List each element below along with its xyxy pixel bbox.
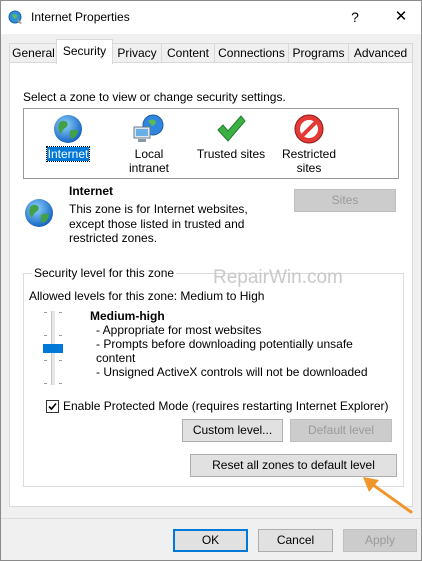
tab-security[interactable]: Security: [56, 39, 113, 64]
tab-general[interactable]: General: [9, 43, 58, 63]
level-description-line: content: [96, 351, 136, 365]
globe-icon: [54, 115, 82, 143]
internet-properties-dialog: Internet Properties ? ✕ General Security…: [0, 0, 422, 561]
slider-tick: [59, 335, 62, 336]
zone-info-line: except those listed in trusted and: [69, 216, 245, 231]
slider-tick: [44, 335, 47, 336]
zone-restricted-sites[interactable]: Restricted sites: [274, 109, 344, 178]
zone-info-title: Internet: [69, 184, 114, 198]
zone-info-line: restricted zones.: [69, 231, 158, 245]
zone-info-description: This zone is for Internet websites, exce…: [69, 202, 269, 246]
protected-mode-checkbox[interactable]: [46, 400, 59, 413]
restricted-icon: [294, 114, 324, 144]
close-button[interactable]: ✕: [385, 6, 417, 28]
zone-list: Internet Local intranet Trusted sites Re…: [23, 108, 399, 179]
zone-label: Local intranet: [128, 147, 170, 175]
default-level-button[interactable]: Default level: [290, 419, 392, 442]
apply-button[interactable]: Apply: [343, 529, 417, 552]
slider-tick: [44, 360, 47, 361]
protected-mode-label: Enable Protected Mode (requires restarti…: [63, 399, 389, 413]
security-tab-panel: Select a zone to view or change security…: [9, 62, 413, 507]
globe-icon: [25, 199, 53, 227]
watermark: RepairWin.com: [213, 267, 343, 288]
checkmark-icon: [217, 115, 246, 142]
arrow-annotation-icon: [363, 477, 413, 514]
tab-connections[interactable]: Connections: [214, 43, 289, 63]
level-description-line: - Unsigned ActiveX controls will not be …: [96, 365, 368, 379]
allowed-levels-text: Allowed levels for this zone: Medium to …: [29, 289, 265, 303]
zone-label: Internet: [45, 146, 91, 162]
slider-tick: [59, 383, 62, 384]
zone-internet[interactable]: Internet: [38, 109, 98, 178]
level-description-line: - Appropriate for most websites: [96, 323, 262, 337]
slider-tick: [59, 312, 62, 313]
security-level-group-title: Security level for this zone: [32, 266, 177, 280]
window-title: Internet Properties: [31, 10, 130, 24]
cancel-button[interactable]: Cancel: [258, 529, 333, 552]
tab-privacy[interactable]: Privacy: [112, 43, 162, 63]
zone-prompt: Select a zone to view or change security…: [23, 90, 286, 104]
intranet-icon: [133, 114, 164, 142]
custom-level-button[interactable]: Custom level...: [182, 419, 283, 442]
security-level-title: Medium-high: [90, 309, 165, 323]
tab-advanced[interactable]: Advanced: [348, 43, 413, 63]
security-level-slider[interactable]: [38, 311, 68, 385]
internet-options-icon: [8, 10, 22, 24]
tab-content[interactable]: Content: [161, 43, 215, 63]
tab-programs[interactable]: Programs: [288, 43, 349, 63]
slider-tick: [44, 312, 47, 313]
help-button[interactable]: ?: [339, 6, 371, 28]
ok-button[interactable]: OK: [173, 529, 248, 552]
zone-info-line: This zone is for Internet websites,: [69, 202, 248, 216]
slider-tick: [59, 360, 62, 361]
zone-label: Trusted sites: [196, 147, 266, 161]
title-bar: Internet Properties ? ✕: [1, 1, 421, 34]
checkmark-icon: [48, 402, 57, 411]
level-description-line: - Prompts before downloading potentially…: [96, 337, 353, 351]
zone-trusted-sites[interactable]: Trusted sites: [192, 109, 270, 178]
slider-tick: [44, 383, 47, 384]
sites-button[interactable]: Sites: [294, 189, 396, 212]
zone-label: Restricted sites: [281, 147, 337, 175]
slider-thumb[interactable]: [43, 344, 63, 353]
zone-local-intranet[interactable]: Local intranet: [112, 109, 186, 178]
